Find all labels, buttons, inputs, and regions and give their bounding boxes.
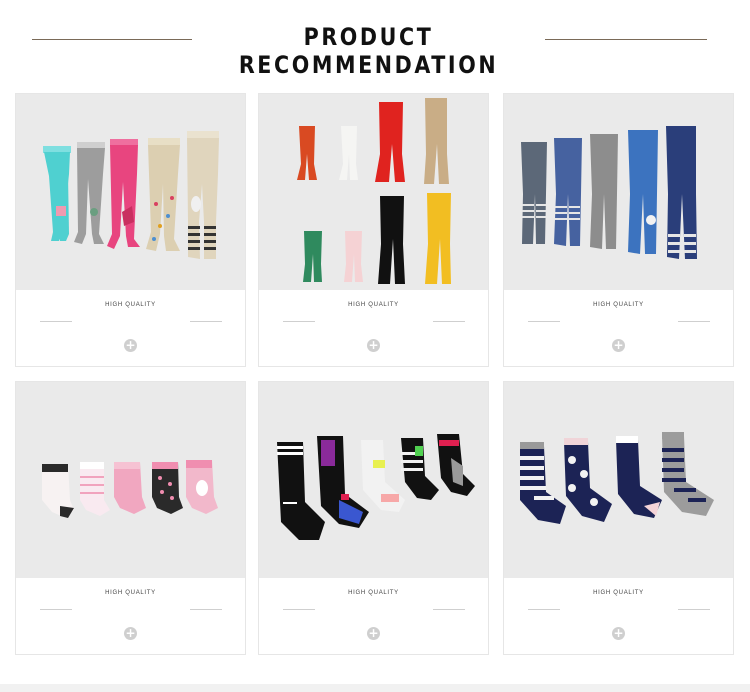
product-caption: HIGH QUALITY — [348, 590, 399, 596]
product-image[interactable] — [504, 94, 733, 290]
product-card[interactable]: HIGH QUALITY + — [258, 93, 489, 367]
section-title: PRODUCT RECOMMENDATION — [238, 23, 499, 79]
caption-rule-left — [40, 321, 72, 322]
caption-rule-left — [528, 321, 560, 322]
caption-rule-left — [528, 609, 560, 610]
caption-rule-right — [190, 321, 222, 322]
product-caption: HIGH QUALITY — [593, 302, 644, 308]
product-image[interactable] — [259, 94, 488, 290]
product-card[interactable]: HIGH QUALITY + — [503, 93, 734, 367]
plus-icon[interactable]: + — [124, 339, 137, 352]
plus-icon[interactable]: + — [612, 339, 625, 352]
caption-rule-right — [678, 321, 710, 322]
header-rule-left — [32, 39, 192, 40]
caption-rule-right — [678, 609, 710, 610]
product-caption: HIGH QUALITY — [105, 590, 156, 596]
product-caption: HIGH QUALITY — [593, 590, 644, 596]
product-card[interactable]: HIGH QUALITY + — [258, 381, 489, 655]
plus-icon[interactable]: + — [367, 339, 380, 352]
footer-strip — [0, 684, 750, 692]
header-rule-right — [545, 39, 707, 40]
product-card[interactable]: HIGH QUALITY + — [15, 381, 246, 655]
product-image[interactable] — [504, 382, 733, 578]
plus-icon[interactable]: + — [612, 627, 625, 640]
plus-icon[interactable]: + — [124, 627, 137, 640]
section-header: PRODUCT RECOMMENDATION — [0, 22, 750, 79]
plus-icon[interactable]: + — [367, 627, 380, 640]
caption-rule-left — [283, 321, 315, 322]
product-image[interactable] — [16, 94, 245, 290]
product-image[interactable] — [16, 382, 245, 578]
product-caption: HIGH QUALITY — [348, 302, 399, 308]
product-image[interactable] — [259, 382, 488, 578]
product-card[interactable]: HIGH QUALITY + — [503, 381, 734, 655]
caption-rule-left — [283, 609, 315, 610]
caption-rule-right — [433, 321, 465, 322]
product-caption: HIGH QUALITY — [105, 302, 156, 308]
caption-rule-right — [433, 609, 465, 610]
caption-rule-left — [40, 609, 72, 610]
product-card[interactable]: HIGH QUALITY + — [15, 93, 246, 367]
caption-rule-right — [190, 609, 222, 610]
